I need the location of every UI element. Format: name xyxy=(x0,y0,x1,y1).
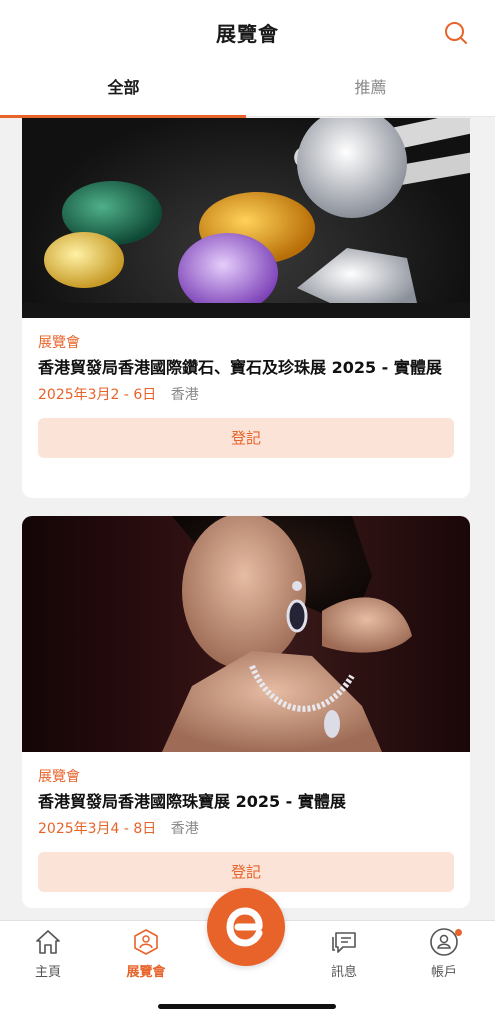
message-icon xyxy=(332,932,356,953)
tabbar-home[interactable]: 主頁 xyxy=(8,927,88,980)
tab-all[interactable]: 全部 xyxy=(0,64,247,118)
tabbar-account-label: 帳戶 xyxy=(430,965,457,980)
tabbar-exhibition[interactable]: 展覽會 xyxy=(106,927,186,980)
jewelry-model-photo xyxy=(22,516,470,752)
gemstones-illustration xyxy=(22,118,470,318)
exhibition-list[interactable]: 展覽會 香港貿發局香港國際鑽石、寶石及珍珠展 2025 - 實體展 2025年3… xyxy=(0,118,495,920)
card-meta: 2025年3月2 - 6日 香港 xyxy=(38,384,454,404)
register-button[interactable]: 登記 xyxy=(38,852,454,892)
notification-dot xyxy=(455,929,462,936)
exhibition-card[interactable]: 展覽會 香港貿發局香港國際鑽石、寶石及珍珠展 2025 - 實體展 2025年3… xyxy=(22,118,470,498)
card-title[interactable]: 香港貿發局香港國際鑽石、寶石及珍珠展 2025 - 實體展 xyxy=(38,356,454,380)
center-action-button[interactable] xyxy=(207,888,285,966)
card-location: 香港 xyxy=(170,387,199,403)
top-bar: 展覽會 xyxy=(0,0,495,64)
tab-recommended-label: 推薦 xyxy=(354,78,387,97)
logo-e-icon xyxy=(226,907,263,947)
register-button[interactable]: 登記 xyxy=(38,418,454,458)
exhibition-card[interactable]: 展覽會 香港貿發局香港國際珠寶展 2025 - 實體展 2025年3月4 - 8… xyxy=(22,516,470,908)
card-category: 展覽會 xyxy=(38,335,80,351)
tabbar-account[interactable]: 帳戶 xyxy=(404,927,484,980)
card-title[interactable]: 香港貿發局香港國際珠寶展 2025 - 實體展 xyxy=(38,790,454,814)
card-meta: 2025年3月4 - 8日 香港 xyxy=(38,818,454,838)
tabbar-messages-label: 訊息 xyxy=(330,965,357,980)
tabbar-exhibition-label: 展覽會 xyxy=(126,965,166,980)
jewelry-model-illustration xyxy=(162,516,412,752)
card-date: 2025年3月4 - 8日 xyxy=(38,821,157,837)
gemstones-photo xyxy=(22,118,470,318)
tab-recommended[interactable]: 推薦 xyxy=(247,64,494,117)
tabbar-messages[interactable]: 訊息 xyxy=(304,927,384,980)
tabbar-home-label: 主頁 xyxy=(34,965,61,980)
tab-all-label: 全部 xyxy=(107,78,140,97)
page-title: 展覽會 xyxy=(216,22,279,46)
exhibition-icon xyxy=(134,929,158,955)
card-category: 展覽會 xyxy=(38,769,80,785)
home-indicator xyxy=(158,1004,336,1009)
home-icon xyxy=(36,930,60,954)
card-location: 香港 xyxy=(170,821,199,837)
tab-bar: 全部 推薦 xyxy=(0,64,495,118)
card-date: 2025年3月2 - 6日 xyxy=(38,387,157,403)
search-icon[interactable] xyxy=(443,20,469,46)
